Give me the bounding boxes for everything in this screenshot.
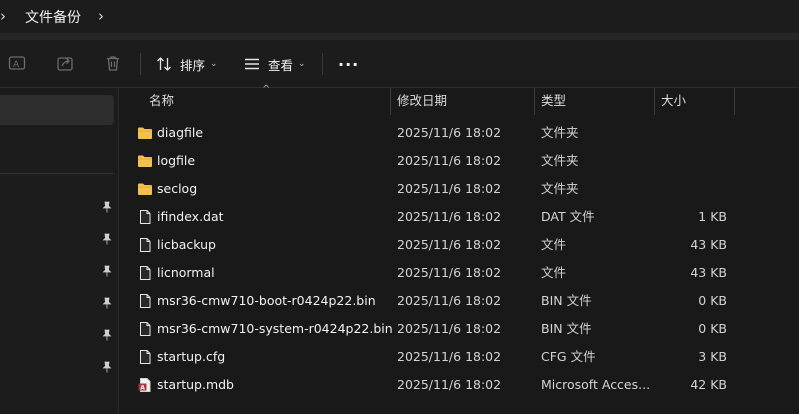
column-resize-handle[interactable]: [654, 88, 655, 115]
file-row[interactable]: msr36-cmw710-system-r0424p22.bin 2025/11/…: [119, 315, 799, 343]
navigation-pane: [0, 88, 119, 414]
folder-icon: [137, 125, 153, 141]
file-modified-date: 2025/11/6 18:02: [397, 349, 502, 364]
pin-icon[interactable]: [101, 329, 113, 341]
svg-text:A: A: [13, 60, 20, 70]
more-icon: ···: [338, 54, 360, 74]
file-icon: [137, 237, 153, 253]
file-name: licnormal: [157, 265, 215, 280]
file-icon: [137, 349, 153, 365]
pin-icon[interactable]: [101, 361, 113, 373]
file-type: BIN 文件: [541, 293, 592, 308]
view-icon: [245, 58, 259, 70]
column-resize-handle[interactable]: [390, 88, 391, 115]
pin-icon[interactable]: [101, 201, 113, 213]
file-type: BIN 文件: [541, 321, 592, 336]
breadcrumb-current-folder[interactable]: 文件备份: [25, 7, 81, 27]
file-icon: [137, 265, 153, 281]
column-header: 名称 修改日期 类型 大小: [119, 88, 799, 115]
file-size: 42 KB: [690, 377, 727, 392]
sort-button[interactable]: 排序 ⌄: [156, 50, 218, 78]
file-row[interactable]: startup.cfg 2025/11/6 18:02 CFG 文件 3 KB: [119, 343, 799, 371]
chevron-right-icon[interactable]: ›: [0, 7, 6, 25]
file-type: 文件夹: [541, 125, 579, 140]
file-size: 43 KB: [690, 265, 727, 280]
pin-icon[interactable]: [101, 265, 113, 277]
file-modified-date: 2025/11/6 18:02: [397, 125, 502, 140]
share-icon[interactable]: [56, 54, 74, 72]
chevron-right-icon[interactable]: ›: [98, 7, 104, 25]
file-icon: [137, 293, 153, 309]
column-name[interactable]: 名称: [149, 88, 174, 115]
column-type[interactable]: 类型: [541, 88, 566, 115]
file-modified-date: 2025/11/6 18:02: [397, 209, 502, 224]
rename-icon[interactable]: A: [8, 54, 26, 72]
sort-icon: [157, 57, 171, 71]
view-label: 查看: [268, 57, 294, 73]
folder-icon: [137, 153, 153, 169]
file-modified-date: 2025/11/6 18:02: [397, 265, 502, 280]
file-row[interactable]: ifindex.dat 2025/11/6 18:02 DAT 文件 1 KB: [119, 203, 799, 231]
title-divider: [0, 33, 799, 40]
file-modified-date: 2025/11/6 18:02: [397, 377, 502, 392]
file-name: seclog: [157, 181, 198, 196]
file-type: 文件: [541, 237, 567, 252]
file-size: 3 KB: [698, 349, 727, 364]
command-bar: A 排序 ⌄ 查看 ⌄ ···: [0, 40, 799, 88]
sort-label: 排序: [180, 57, 206, 73]
file-name: startup.mdb: [157, 377, 234, 392]
file-type: 文件: [541, 265, 567, 280]
file-size: 1 KB: [698, 209, 727, 224]
file-name: startup.cfg: [157, 349, 226, 364]
access-db-icon: A: [137, 377, 153, 393]
file-row[interactable]: msr36-cmw710-boot-r0424p22.bin 2025/11/6 …: [119, 287, 799, 315]
file-modified-date: 2025/11/6 18:02: [397, 153, 502, 168]
nav-item-selected[interactable]: [0, 95, 114, 125]
file-row[interactable]: Astartup.mdb 2025/11/6 18:02 Microsoft Acc…: [119, 371, 799, 399]
file-icon: [137, 321, 153, 337]
file-row[interactable]: logfile 2025/11/6 18:02 文件夹: [119, 147, 799, 175]
file-row[interactable]: licbackup 2025/11/6 18:02 文件 43 KB: [119, 231, 799, 259]
file-modified-date: 2025/11/6 18:02: [397, 321, 502, 336]
file-size: 0 KB: [698, 293, 727, 308]
file-modified-date: 2025/11/6 18:02: [397, 293, 502, 308]
column-resize-handle[interactable]: [734, 88, 735, 115]
file-type: CFG 文件: [541, 349, 596, 364]
breadcrumb-bar: › 文件备份 ›: [0, 0, 799, 33]
file-name: logfile: [157, 153, 196, 168]
file-type: DAT 文件: [541, 209, 595, 224]
file-name: ifindex.dat: [157, 209, 224, 224]
delete-icon[interactable]: [104, 54, 122, 72]
file-modified-date: 2025/11/6 18:02: [397, 181, 502, 196]
svg-text:A: A: [140, 384, 145, 391]
file-row[interactable]: seclog 2025/11/6 18:02 文件夹: [119, 175, 799, 203]
file-row[interactable]: licnormal 2025/11/6 18:02 文件 43 KB: [119, 259, 799, 287]
nav-divider: [0, 173, 114, 174]
column-modified[interactable]: 修改日期: [397, 88, 447, 115]
chevron-down-icon: ⌄: [298, 59, 306, 69]
toolbar-divider: [140, 53, 141, 75]
file-icon: [137, 209, 153, 225]
more-options-button[interactable]: ···: [338, 50, 359, 78]
file-size: 43 KB: [690, 237, 727, 252]
file-size: 0 KB: [698, 321, 727, 336]
column-resize-handle[interactable]: [534, 88, 535, 115]
file-modified-date: 2025/11/6 18:02: [397, 237, 502, 252]
chevron-down-icon: ⌄: [210, 59, 218, 69]
file-name: licbackup: [157, 237, 216, 252]
file-name: diagfile: [157, 125, 204, 140]
file-name: msr36-cmw710-boot-r0424p22.bin: [157, 293, 376, 308]
file-type: 文件夹: [541, 153, 579, 168]
column-size[interactable]: 大小: [661, 88, 686, 115]
file-name: msr36-cmw710-system-r0424p22.bin: [157, 321, 393, 336]
file-row[interactable]: diagfile 2025/11/6 18:02 文件夹: [119, 119, 799, 147]
toolbar-divider: [322, 53, 323, 75]
file-type: Microsoft Acces...: [541, 377, 651, 392]
pin-icon[interactable]: [101, 297, 113, 309]
pin-icon[interactable]: [101, 233, 113, 245]
file-type: 文件夹: [541, 181, 579, 196]
view-button[interactable]: 查看 ⌄: [244, 50, 306, 78]
folder-icon: [137, 181, 153, 197]
